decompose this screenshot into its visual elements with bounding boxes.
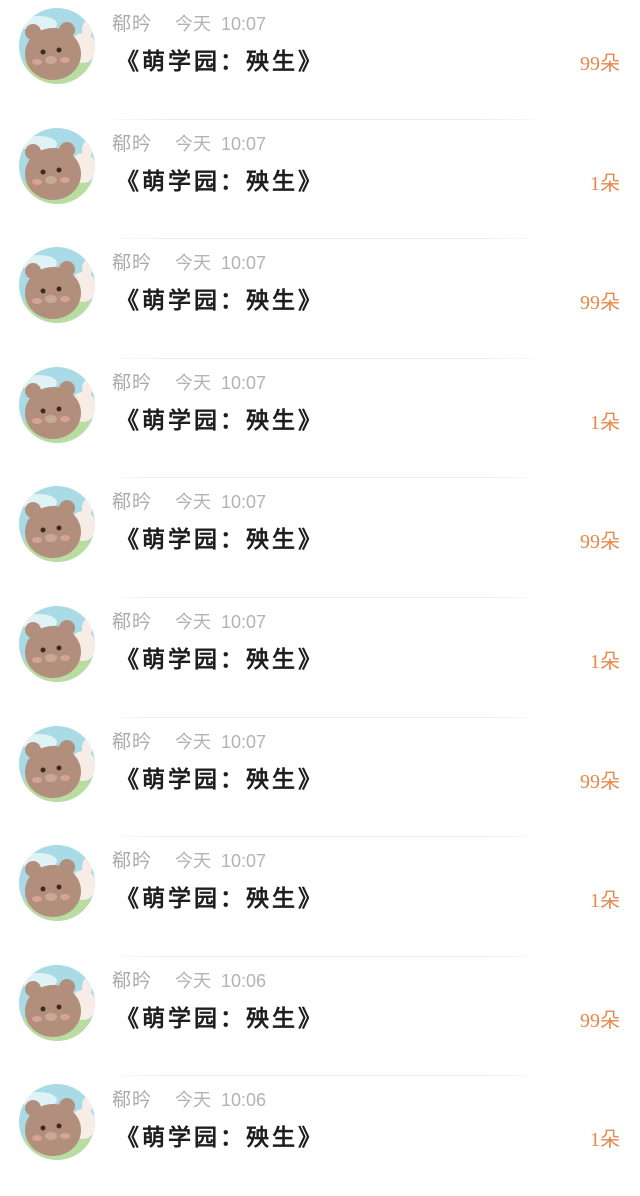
timestamp-clock: 10:06 bbox=[221, 1090, 267, 1111]
timestamp-day: 今天 bbox=[175, 253, 211, 275]
sender-name: 郗昑 bbox=[112, 850, 153, 873]
timestamp-day: 今天 bbox=[175, 1090, 211, 1112]
bear-avatar-icon[interactable] bbox=[19, 605, 95, 682]
gift-message-list: 郗昑 今天 10:07 《萌学园：殃生》 99朵 郗昑 今天 10:07 《萌学园：… bbox=[0, 0, 640, 1167]
list-item[interactable]: 郗昑 今天 10:07 《萌学园：殃生》 99朵 bbox=[0, 718, 640, 838]
list-item[interactable]: 郗昑 今天 10:07 《萌学园：殃生》 99朵 bbox=[0, 478, 640, 598]
gift-amount: 99朵 bbox=[580, 53, 620, 75]
gift-amount: 99朵 bbox=[580, 292, 620, 315]
timestamp-day: 今天 bbox=[175, 731, 211, 753]
sender-name: 郗昑 bbox=[112, 969, 153, 992]
sender-name: 郗昑 bbox=[112, 1089, 153, 1112]
bear-avatar-icon[interactable] bbox=[19, 1084, 95, 1161]
list-item[interactable]: 郗昑 今天 10:06 《萌学园：殃生》 99朵 bbox=[0, 957, 640, 1077]
gift-amount: 1朵 bbox=[590, 890, 620, 913]
bear-avatar-icon[interactable] bbox=[19, 8, 95, 84]
timestamp-day: 今天 bbox=[175, 133, 211, 155]
sender-name: 郗昑 bbox=[112, 132, 153, 155]
book-title: 《萌学园：殃生》 bbox=[116, 1124, 324, 1152]
timestamp: 今天 10:07 bbox=[175, 488, 266, 514]
sender-name: 郗昑 bbox=[112, 491, 153, 514]
bear-avatar-icon[interactable] bbox=[19, 845, 95, 922]
timestamp-clock: 10:07 bbox=[221, 133, 267, 154]
timestamp-clock: 10:07 bbox=[221, 611, 267, 632]
timestamp-day: 今天 bbox=[175, 14, 211, 35]
timestamp: 今天 10:07 bbox=[175, 10, 266, 36]
timestamp-clock: 10:07 bbox=[221, 492, 267, 513]
book-title: 《萌学园：殃生》 bbox=[116, 885, 324, 913]
sender-name: 郗昑 bbox=[112, 610, 153, 633]
list-item[interactable]: 郗昑 今天 10:07 《萌学园：殃生》 99朵 bbox=[0, 0, 640, 120]
sender-name: 郗昑 bbox=[112, 371, 153, 394]
gift-amount: 99朵 bbox=[580, 1009, 620, 1032]
timestamp-day: 今天 bbox=[175, 970, 211, 992]
gift-amount: 1朵 bbox=[590, 1129, 620, 1152]
timestamp-day: 今天 bbox=[175, 611, 211, 633]
bear-avatar-icon[interactable] bbox=[19, 964, 95, 1041]
gift-amount: 1朵 bbox=[590, 411, 620, 434]
book-title: 《萌学园：殃生》 bbox=[116, 765, 324, 793]
timestamp-clock: 10:06 bbox=[221, 970, 267, 991]
list-item[interactable]: 郗昑 今天 10:07 《萌学园：殃生》 1朵 bbox=[0, 120, 640, 240]
sender-name: 郗昑 bbox=[112, 13, 153, 35]
bear-avatar-icon[interactable] bbox=[19, 127, 95, 204]
list-item[interactable]: 郗昑 今天 10:07 《萌学园：殃生》 1朵 bbox=[0, 598, 640, 718]
bear-avatar-icon[interactable] bbox=[19, 725, 95, 802]
timestamp-clock: 10:07 bbox=[221, 851, 267, 872]
timestamp-clock: 10:07 bbox=[221, 253, 267, 274]
book-title: 《萌学园：殃生》 bbox=[116, 1004, 324, 1032]
timestamp-day: 今天 bbox=[175, 492, 211, 514]
timestamp: 今天 10:07 bbox=[175, 608, 266, 634]
timestamp-day: 今天 bbox=[175, 851, 211, 873]
book-title: 《萌学园：殃生》 bbox=[116, 645, 324, 673]
timestamp: 今天 10:07 bbox=[175, 369, 266, 395]
book-title: 《萌学园：殃生》 bbox=[116, 167, 324, 195]
list-item[interactable]: 郗昑 今天 10:07 《萌学园：殃生》 1朵 bbox=[0, 837, 640, 957]
timestamp: 今天 10:06 bbox=[175, 967, 266, 993]
bear-avatar-icon[interactable] bbox=[19, 247, 95, 324]
list-item[interactable]: 郗昑 今天 10:07 《萌学园：殃生》 99朵 bbox=[0, 239, 640, 359]
gift-amount: 99朵 bbox=[580, 770, 620, 793]
timestamp-day: 今天 bbox=[175, 372, 211, 394]
book-title: 《萌学园：殃生》 bbox=[116, 406, 324, 434]
gift-amount: 99朵 bbox=[580, 531, 620, 554]
gift-amount: 1朵 bbox=[590, 650, 620, 673]
list-item[interactable]: 郗昑 今天 10:06 《萌学园：殃生》 1朵 bbox=[0, 1076, 640, 1196]
timestamp: 今天 10:07 bbox=[175, 847, 266, 873]
sender-name: 郗昑 bbox=[112, 730, 153, 753]
book-title: 《萌学园：殃生》 bbox=[116, 526, 324, 554]
timestamp: 今天 10:07 bbox=[175, 249, 266, 275]
timestamp-clock: 10:07 bbox=[221, 14, 267, 34]
timestamp: 今天 10:07 bbox=[175, 728, 266, 754]
timestamp: 今天 10:07 bbox=[175, 130, 266, 156]
book-title: 《萌学园：殃生》 bbox=[116, 48, 324, 75]
timestamp: 今天 10:06 bbox=[175, 1086, 266, 1112]
book-title: 《萌学园：殃生》 bbox=[116, 287, 324, 315]
list-item[interactable]: 郗昑 今天 10:07 《萌学园：殃生》 1朵 bbox=[0, 359, 640, 479]
bear-avatar-icon[interactable] bbox=[19, 366, 95, 443]
bear-avatar-icon[interactable] bbox=[19, 486, 95, 563]
timestamp-clock: 10:07 bbox=[221, 731, 267, 752]
timestamp-clock: 10:07 bbox=[221, 372, 267, 393]
sender-name: 郗昑 bbox=[112, 252, 153, 275]
gift-amount: 1朵 bbox=[590, 172, 620, 195]
